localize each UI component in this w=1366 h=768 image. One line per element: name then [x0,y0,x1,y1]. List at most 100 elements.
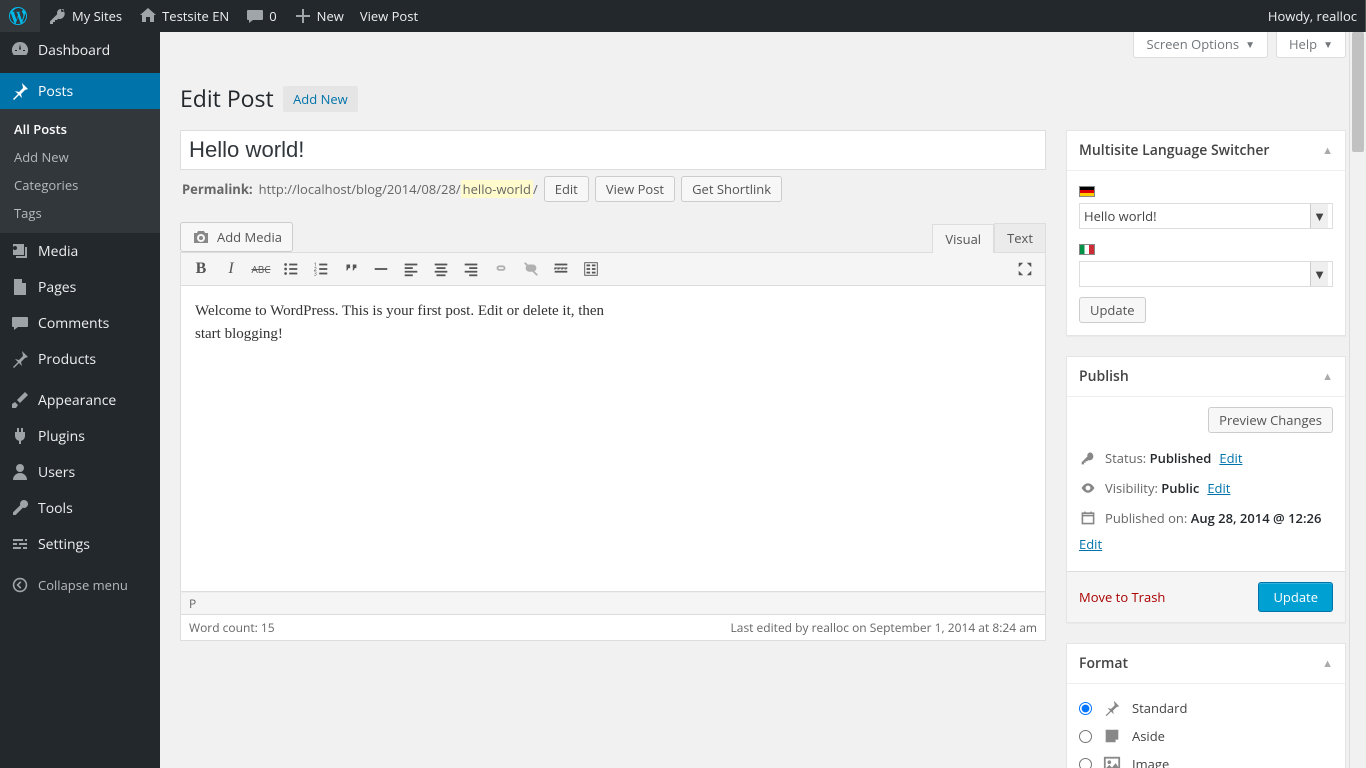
post-title-input[interactable] [180,130,1046,170]
my-account[interactable]: Howdy, realloc [1260,0,1366,32]
screen-options-label: Screen Options [1146,35,1239,53]
wp-logo[interactable] [0,0,40,32]
submenu-add-new[interactable]: Add New [0,143,160,171]
add-media-label: Add Media [217,223,282,251]
camera-icon [191,227,211,247]
format-aside[interactable]: Aside [1079,722,1333,750]
mls-select-it[interactable]: ▼ [1079,261,1333,287]
mls-update-button[interactable]: Update [1079,297,1146,323]
scrollbar[interactable] [1349,32,1366,768]
menu-tools[interactable]: Tools [0,490,160,526]
toolbar-toggle-button[interactable] [577,255,605,283]
screen-options-tab[interactable]: Screen Options▼ [1133,32,1268,58]
menu-settings[interactable]: Settings [0,526,160,562]
format-standard[interactable]: Standard [1079,694,1333,722]
bold-button[interactable]: B [187,255,215,283]
user-icon [10,462,30,482]
collapse-menu[interactable]: Collapse menu [0,567,160,603]
publish-box: Publish▲ Preview Changes Status: Publish… [1066,356,1346,623]
format-title-bar[interactable]: Format ▲ [1067,644,1345,684]
scrollbar-thumb[interactable] [1352,32,1364,152]
hr-button[interactable] [367,255,395,283]
link-button[interactable] [487,255,515,283]
eye-icon [1079,479,1097,497]
editor-tabs: Visual Text [932,223,1046,252]
edit-date-link[interactable]: Edit [1079,535,1333,553]
editor-content[interactable]: Welcome to WordPress. This is your first… [181,286,1045,591]
strike-button[interactable]: ABC [247,255,275,283]
view-post-link[interactable]: View Post [352,0,426,32]
mls-title-bar[interactable]: Multisite Language Switcher▲ [1067,131,1345,171]
editor-container: B I ABC 123 [180,252,1046,592]
menu-media[interactable]: Media [0,233,160,269]
content-area: Screen Options▼ Help▼ Edit Post Add New … [160,32,1366,768]
collapse-label: Collapse menu [38,576,128,594]
mls-de-value: Hello world! [1084,207,1157,225]
align-right-button[interactable] [457,255,485,283]
screen-meta: Screen Options▼ Help▼ [1133,32,1346,58]
menu-comments[interactable]: Comments [0,305,160,341]
mls-row-de: Hello world! ▼ [1079,181,1333,229]
add-new-button[interactable]: Add New [283,86,358,112]
page-icon [10,277,30,297]
get-shortlink-button[interactable]: Get Shortlink [681,176,782,202]
add-media-button[interactable]: Add Media [180,222,293,252]
quote-button[interactable] [337,255,365,283]
image-icon [1102,754,1122,768]
date-row: Published on: Aug 28, 2014 @ 12:26 Edit [1079,503,1333,559]
help-label: Help [1289,35,1317,53]
format-standard-radio[interactable] [1079,702,1092,715]
format-image[interactable]: Image [1079,750,1333,768]
submenu-tags[interactable]: Tags [0,199,160,227]
view-post-label: View Post [360,7,418,25]
format-image-radio[interactable] [1079,758,1092,768]
menu-users[interactable]: Users [0,454,160,490]
preview-button[interactable]: Preview Changes [1208,407,1333,433]
menu-pages[interactable]: Pages [0,269,160,305]
page-title: Edit Post [180,82,274,114]
chevron-up-icon[interactable]: ▲ [1322,369,1333,384]
edit-visibility-link[interactable]: Edit [1207,479,1230,497]
tab-text[interactable]: Text [994,223,1046,252]
format-aside-radio[interactable] [1079,730,1092,743]
menu-dashboard[interactable]: Dashboard [0,32,160,68]
format-title: Format [1079,654,1128,673]
chevron-down-icon: ▼ [1310,204,1328,228]
fullscreen-button[interactable] [1011,255,1039,283]
ol-button[interactable]: 123 [307,255,335,283]
mls-select-de[interactable]: Hello world! ▼ [1079,203,1333,229]
trash-link[interactable]: Move to Trash [1079,588,1165,606]
chevron-up-icon[interactable]: ▲ [1322,143,1333,158]
align-left-button[interactable] [397,255,425,283]
menu-appearance[interactable]: Appearance [0,382,160,418]
submenu-all-posts[interactable]: All Posts [0,115,160,143]
align-center-button[interactable] [427,255,455,283]
editor-toolbar: B I ABC 123 [181,253,1045,286]
site-name[interactable]: Testsite EN [130,0,237,32]
help-tab[interactable]: Help▼ [1276,32,1346,58]
edit-slug-button[interactable]: Edit [544,176,589,202]
edit-status-link[interactable]: Edit [1219,449,1242,467]
tab-visual[interactable]: Visual [932,224,994,253]
dashboard-icon [10,40,30,60]
menu-products[interactable]: Products [0,341,160,377]
brush-icon [10,390,30,410]
main-column: Permalink: http://localhost/blog/2014/08… [180,130,1046,768]
view-post-button[interactable]: View Post [595,176,675,202]
menu-plugins[interactable]: Plugins [0,418,160,454]
comments-link[interactable]: 0 [237,0,284,32]
submenu-categories[interactable]: Categories [0,171,160,199]
site-name-label: Testsite EN [162,7,229,25]
new-content[interactable]: New [285,0,352,32]
menu-posts[interactable]: Posts [0,73,160,109]
update-button[interactable]: Update [1258,582,1333,612]
chevron-up-icon[interactable]: ▲ [1322,656,1333,671]
publish-title-bar[interactable]: Publish▲ [1067,357,1345,397]
more-button[interactable] [547,255,575,283]
italic-button[interactable]: I [217,255,245,283]
unlink-button[interactable] [517,255,545,283]
plug-icon [10,426,30,446]
my-sites[interactable]: My Sites [40,0,130,32]
ul-button[interactable] [277,255,305,283]
editor-wrap: Add Media Visual Text B I ABC [180,222,1046,641]
